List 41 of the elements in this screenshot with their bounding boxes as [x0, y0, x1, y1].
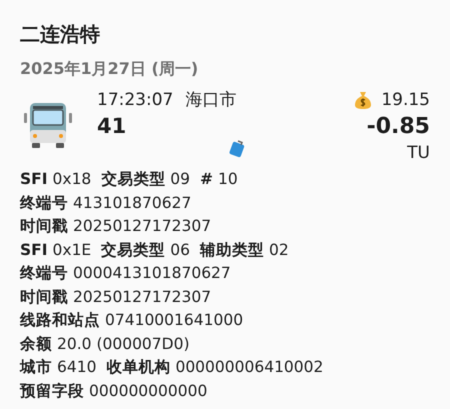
- currency-label: TU: [407, 142, 430, 164]
- field-label: 城市: [20, 357, 52, 378]
- balance-amount: 19.15: [381, 89, 430, 112]
- field-label: SFI: [20, 169, 48, 190]
- trip-time: 17:23:07: [97, 89, 174, 112]
- field-value: 000000000000: [89, 380, 208, 402]
- date-heading: 2025年1月27日 (周一): [20, 58, 198, 80]
- field-label: 余额: [20, 334, 52, 354]
- field-label: 收单机构: [106, 357, 170, 378]
- field-label: 辅助类型: [200, 240, 264, 260]
- field-value: 10: [218, 169, 238, 190]
- field-value: 06: [170, 240, 190, 260]
- field-value: 07410001641000: [105, 310, 244, 331]
- field-label: 交易类型: [101, 240, 166, 260]
- field-value: 0x1E: [52, 240, 92, 260]
- trip-city: 海口市: [185, 89, 236, 112]
- field-label: #: [200, 169, 214, 190]
- field-label: 交易类型: [101, 169, 166, 190]
- field-value: 0000413101870627: [73, 263, 231, 284]
- field-label: 时间戳: [20, 216, 68, 237]
- field-label: 终端号: [20, 263, 68, 284]
- money-bag-icon: [353, 90, 374, 110]
- page-title: 二连浩特: [20, 21, 100, 48]
- field-value: 6410: [57, 357, 96, 378]
- fare-amount: -0.85: [366, 113, 430, 141]
- field-value: 413101870627: [73, 192, 192, 214]
- field-value: 09: [170, 169, 190, 190]
- field-value: 02: [268, 240, 289, 260]
- field-value: 20250127172307: [73, 216, 212, 237]
- field-value: 20250127172307: [73, 286, 212, 308]
- bus-icon: [23, 102, 73, 150]
- field-value: 20.0 (000007D0): [57, 334, 190, 354]
- field-value: 0x18: [52, 169, 92, 190]
- field-label: 线路和站点: [20, 310, 100, 331]
- field-label: 预留字段: [20, 380, 84, 402]
- field-label: 时间戳: [20, 286, 68, 308]
- field-value: 000000006410002: [175, 357, 324, 378]
- route-number: 41: [97, 113, 126, 140]
- suitcase-icon: [229, 139, 246, 158]
- field-label: SFI: [20, 240, 48, 260]
- field-label: 终端号: [20, 192, 68, 214]
